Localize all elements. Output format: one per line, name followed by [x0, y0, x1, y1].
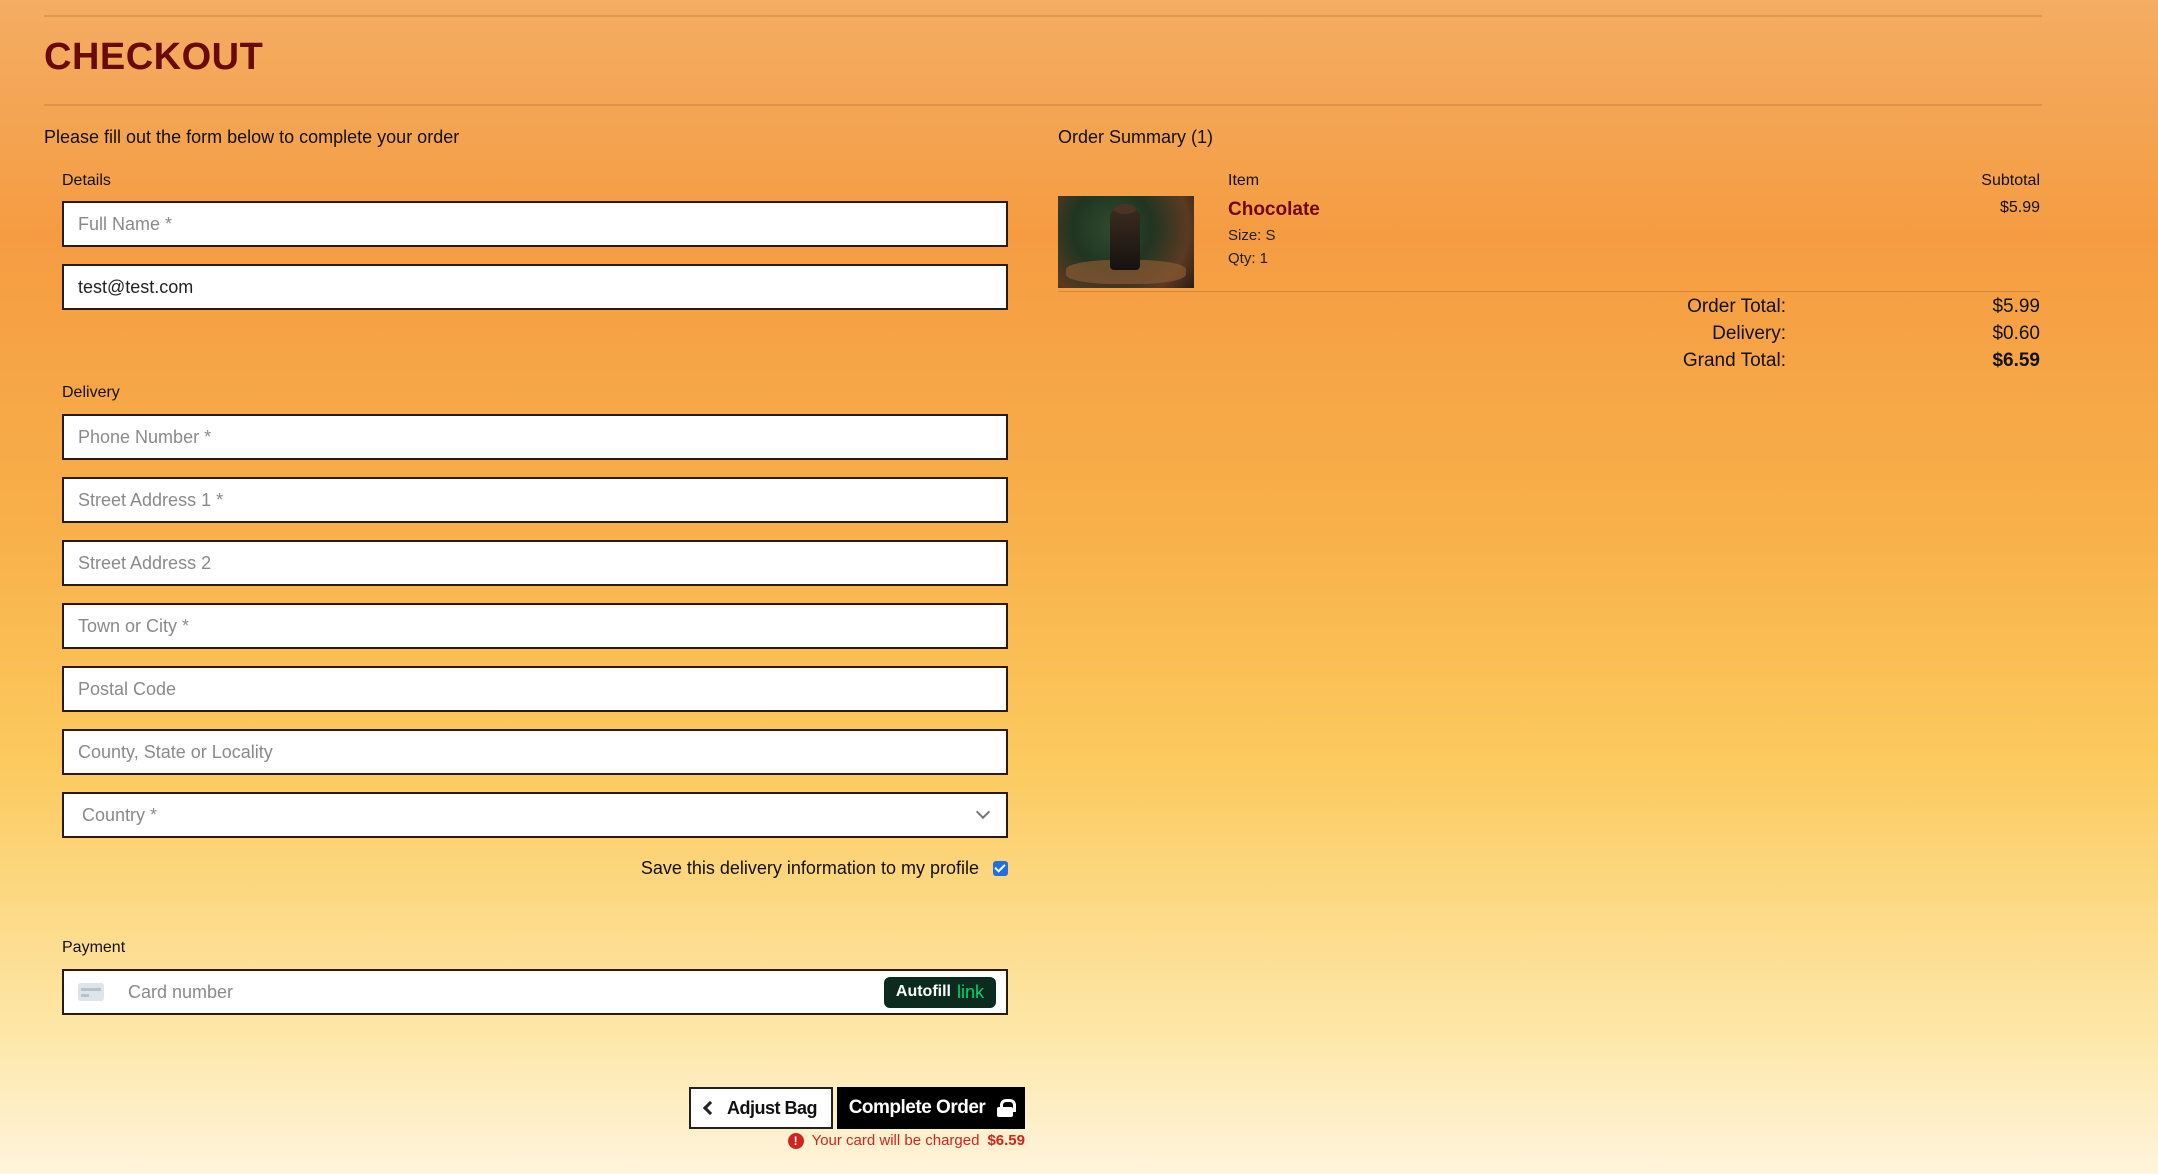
delivery-label: Delivery — [62, 384, 120, 401]
street-address-2-field[interactable]: Street Address 2 — [62, 540, 1008, 586]
card-number-placeholder: Card number — [128, 981, 234, 1002]
save-info-checkbox[interactable] — [993, 861, 1008, 876]
email-field[interactable]: test@test.com — [62, 264, 1008, 310]
chevron-left-icon — [702, 1100, 718, 1116]
full-name-placeholder: Full Name * — [78, 213, 173, 234]
order-total-label: Order Total: — [1687, 296, 1786, 317]
country-select[interactable]: Country * — [62, 792, 1008, 838]
grand-total-value: $6.59 — [1992, 350, 2040, 371]
summary-divider — [1058, 291, 2040, 292]
save-info-row: Save this delivery information to my pro… — [641, 858, 1008, 879]
country-placeholder: Country * — [82, 804, 158, 825]
email-value: test@test.com — [78, 276, 194, 297]
county-placeholder: County, State or Locality — [78, 741, 273, 762]
product-image[interactable] — [1058, 196, 1194, 288]
charge-amount: $6.59 — [987, 1132, 1025, 1149]
details-label: Details — [62, 172, 111, 189]
credit-card-icon — [78, 983, 104, 1001]
street-address-1-field[interactable]: Street Address 1 * — [62, 477, 1008, 523]
town-city-placeholder: Town or City * — [78, 615, 190, 636]
county-field[interactable]: County, State or Locality — [62, 729, 1008, 775]
save-info-label: Save this delivery information to my pro… — [640, 858, 979, 878]
adjust-bag-button[interactable]: Adjust Bag — [689, 1087, 833, 1129]
top-rule — [44, 15, 2042, 17]
delivery-cost-value: $0.60 — [1992, 323, 2040, 344]
product-image-jar — [1110, 204, 1140, 270]
charge-notice: ! Your card will be charged $6.59 — [787, 1132, 1025, 1149]
product-qty: Qty: 1 — [1228, 250, 1269, 267]
link-logo-text: link — [956, 981, 984, 1002]
order-summary-title: Order Summary (1) — [1058, 127, 1214, 147]
product-name: Chocolate — [1228, 199, 1320, 220]
lock-icon — [997, 1099, 1017, 1117]
form-intro: Please fill out the form below to comple… — [44, 127, 460, 147]
grand-total-label: Grand Total: — [1682, 350, 1786, 371]
subtotal-column-header: Subtotal — [1981, 172, 2040, 189]
page-title: CHECKOUT — [44, 36, 264, 78]
charge-text: Your card will be charged — [811, 1132, 980, 1149]
complete-order-button[interactable]: Complete Order — [837, 1087, 1025, 1129]
card-number-field[interactable]: Card number Autofill link — [62, 969, 1008, 1015]
complete-order-label: Complete Order — [848, 1097, 986, 1118]
street-address-2-placeholder: Street Address 2 — [78, 552, 212, 573]
adjust-bag-label: Adjust Bag — [726, 1097, 818, 1118]
order-total-value: $5.99 — [1992, 296, 2040, 317]
street-address-1-placeholder: Street Address 1 * — [78, 489, 224, 510]
phone-placeholder: Phone Number * — [78, 426, 212, 447]
postal-code-placeholder: Postal Code — [78, 678, 177, 699]
autofill-label: Autofill — [895, 983, 951, 1000]
postal-code-field[interactable]: Postal Code — [62, 666, 1008, 712]
chevron-down-icon — [975, 804, 991, 820]
delivery-cost-label: Delivery: — [1712, 323, 1786, 344]
full-name-field[interactable]: Full Name * — [62, 201, 1008, 247]
exclamation-circle-icon: ! — [787, 1132, 804, 1149]
autofill-link-button[interactable]: Autofill link — [883, 976, 996, 1008]
title-rule — [44, 104, 2042, 106]
town-city-field[interactable]: Town or City * — [62, 603, 1008, 649]
payment-label: Payment — [62, 939, 126, 956]
item-column-header: Item — [1228, 172, 1260, 189]
product-size: Size: S — [1228, 227, 1276, 244]
phone-field[interactable]: Phone Number * — [62, 414, 1008, 460]
product-subtotal: $5.99 — [1999, 199, 2040, 216]
